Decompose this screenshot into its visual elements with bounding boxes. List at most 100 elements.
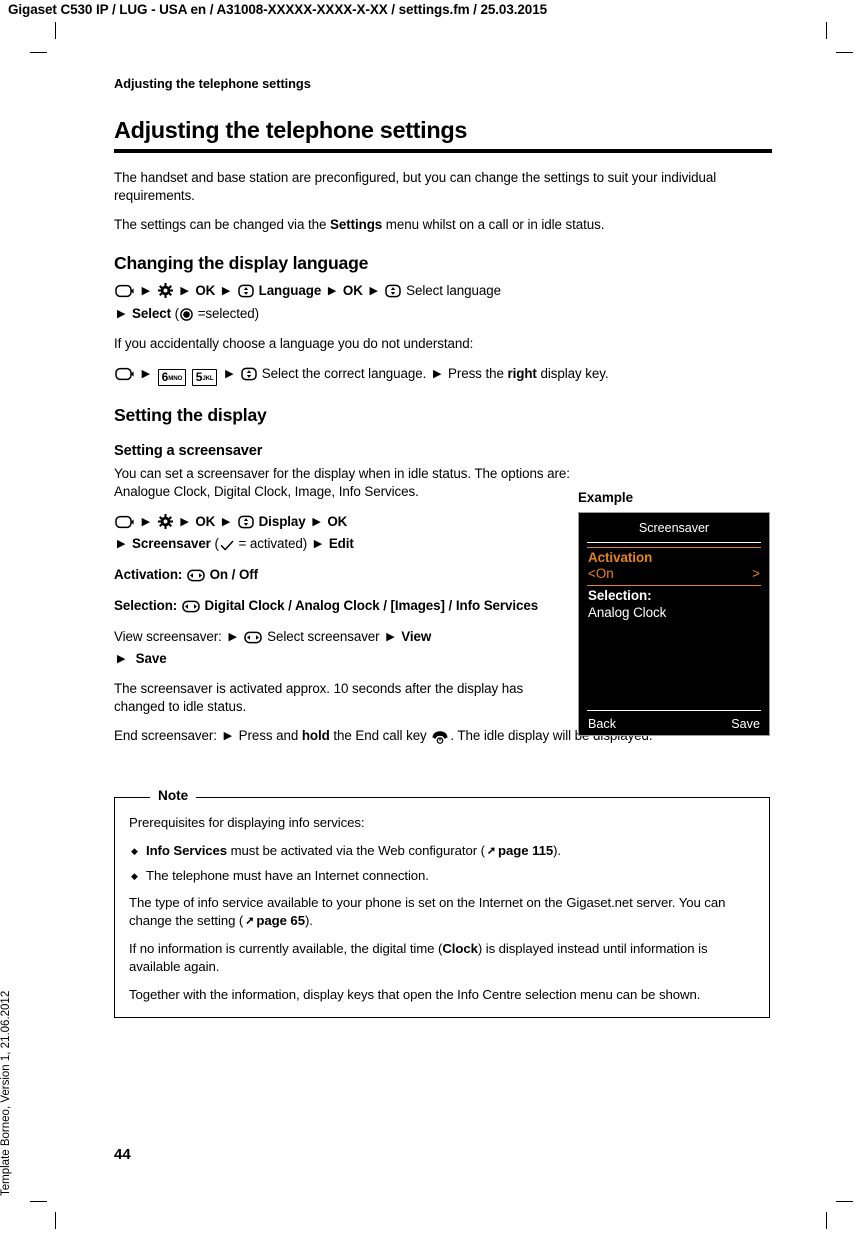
note-legend-left-rule xyxy=(133,796,150,798)
note-box: Note Prerequisites for displaying info s… xyxy=(114,788,770,1018)
keypad-key-6-icon: 6MNO xyxy=(157,368,187,386)
nav-arrow-icon: ▶ xyxy=(432,367,442,380)
crop-mark-bottom-right-vertical xyxy=(826,1212,827,1229)
menu-item-display: Display xyxy=(258,513,306,529)
view-screensaver-label: View screensaver: xyxy=(114,629,222,645)
running-header-title: Adjusting the telephone settings xyxy=(114,76,311,91)
activated-note: = activated) xyxy=(238,535,308,551)
intro-paragraph-1: The handset and base station are preconf… xyxy=(114,170,717,204)
nav-arrow-icon: ▶ xyxy=(369,285,378,298)
nav-arrow-icon: ▶ xyxy=(327,285,337,298)
activation-label: Activation: xyxy=(114,566,183,582)
handset-item-selection-value[interactable]: Analog Clock xyxy=(579,603,769,620)
nav-sequence-language-line-2: ▶ Select ( =selected) xyxy=(114,304,772,324)
nav-arrow-icon: ▶ xyxy=(141,285,151,298)
control-key-updown-icon xyxy=(241,367,257,381)
nav-sequence-language: ▶ ▶ OK ▶ Language ▶ OK ▶ Select language… xyxy=(114,281,772,323)
keypad-key-6-letters: MNO xyxy=(168,374,183,382)
select-label: Select xyxy=(132,305,172,321)
language-fallback-intro: If you accidentally choose a language yo… xyxy=(114,335,474,351)
crop-mark-top-left-horizontal xyxy=(30,52,47,53)
note-p1-pre: The type of info service available to yo… xyxy=(129,895,726,929)
control-key-leftright-icon xyxy=(244,631,263,644)
press-right-key-post: display key. xyxy=(536,365,609,381)
note-paragraph-2: If no information is currently available… xyxy=(129,940,755,976)
diamond-bullet-icon: ◆ xyxy=(131,870,138,881)
intro-p2-pre: The settings can be changed via the xyxy=(114,217,330,233)
reference-arrow-icon: ➚ xyxy=(486,844,497,857)
checkmark-icon xyxy=(220,540,234,551)
template-version-footer: Template Borneo, Version 1, 21.06.2012 xyxy=(0,990,12,1196)
handset-item-selection-label: Selection: xyxy=(588,588,652,603)
control-key-leftright-icon xyxy=(187,569,205,582)
note-paragraph-1: The type of info service available to yo… xyxy=(129,894,755,930)
handset-softkey-save[interactable]: Save xyxy=(731,717,760,731)
note-p1-ref[interactable]: page 65 xyxy=(256,913,305,928)
note-legend: Note xyxy=(150,788,197,803)
gear-icon xyxy=(157,283,173,299)
handset-chevron-right-icon: > xyxy=(752,566,760,581)
press-right-key-bold: right xyxy=(507,365,537,381)
nav-arrow-icon: ▶ xyxy=(221,285,231,298)
handset-value-row-activation[interactable]: <On > xyxy=(579,565,769,581)
paren-open: ( xyxy=(174,305,180,321)
view-screensaver-line-1: View screensaver: ▶ Select screensaver ▶… xyxy=(114,627,572,647)
note-bullet-list: ◆ Info Services must be activated via th… xyxy=(129,842,755,885)
nav-arrow-icon: ▶ xyxy=(225,367,234,380)
section-heading-display: Setting the display xyxy=(114,404,267,425)
note-bullet-0-pre: must be activated via the Web configurat… xyxy=(227,842,485,858)
end-screensaver-mid: the End call key xyxy=(329,728,427,744)
nav-arrow-icon: ▶ xyxy=(223,730,232,743)
intro-p2-post: menu whilst on a call or in idle status. xyxy=(382,217,605,233)
display-key-icon xyxy=(115,285,134,298)
note-bullet-0-ref[interactable]: page 115 xyxy=(498,843,553,858)
paren-open: ( xyxy=(214,535,219,551)
nav-arrow-icon: ▶ xyxy=(386,631,395,644)
handset-title-divider xyxy=(587,542,761,543)
handset-softkey-back[interactable]: Back xyxy=(588,717,616,731)
handset-softkey-bar: Back Save xyxy=(579,717,769,731)
example-label: Example xyxy=(578,490,634,505)
intro-paragraph-2: The settings can be changed via the Sett… xyxy=(114,216,772,234)
keypad-key-5-letters: JKL xyxy=(202,374,214,382)
nav-arrow-icon: ▶ xyxy=(141,515,151,528)
screensaver-intro: You can set a screensaver for the displa… xyxy=(114,465,570,499)
nav-arrow-icon: ▶ xyxy=(221,515,231,528)
nav-arrow-icon: ▶ xyxy=(141,367,151,380)
note-bullet-1-text: The telephone must have an Internet conn… xyxy=(146,867,429,883)
ok-label-1: OK xyxy=(195,513,216,529)
handset-softkey-divider xyxy=(587,710,761,711)
selection-option-row: Selection: Digital Clock / Analog Clock … xyxy=(114,596,572,616)
crop-mark-bottom-right-horizontal xyxy=(836,1201,853,1202)
crop-mark-top-right-horizontal xyxy=(836,52,853,53)
note-intro: Prerequisites for displaying info servic… xyxy=(129,815,365,830)
note-bullet-0-bold: Info Services xyxy=(146,842,228,858)
example-handset-display: Example Screensaver Activation <On > Sel… xyxy=(578,490,774,736)
control-key-updown-icon xyxy=(385,285,402,298)
control-key-updown-icon xyxy=(238,285,254,298)
control-key-updown-icon xyxy=(238,515,254,529)
nav-sequence-language-reset-line: ▶ 6MNO 5JKL ▶ Select the correct languag… xyxy=(114,364,772,386)
end-screensaver-pre: Press and xyxy=(238,728,302,744)
press-right-key-pre: Press the xyxy=(447,365,508,381)
ok-label-1: OK xyxy=(195,283,216,299)
nav-arrow-icon: ▶ xyxy=(312,515,321,528)
nav-arrow-icon: ▶ xyxy=(313,537,323,550)
view-screensaver-instruction: Select screensaver xyxy=(267,629,380,645)
reference-arrow-icon: ➚ xyxy=(245,915,255,928)
document-header: Gigaset C530 IP / LUG - USA en / A31008-… xyxy=(8,2,548,17)
nav-instruction-select-language: Select language xyxy=(406,283,501,299)
selection-label: Selection: xyxy=(114,598,178,614)
nav-arrow-icon: ▶ xyxy=(117,537,126,550)
crop-mark-bottom-left-vertical xyxy=(55,1212,56,1229)
activation-values: On / Off xyxy=(209,566,259,582)
menu-item-screensaver: Screensaver xyxy=(132,535,211,551)
handset-item-activation[interactable]: Activation xyxy=(579,548,769,565)
ok-label-2: OK xyxy=(327,513,348,529)
end-call-key-icon xyxy=(432,731,448,745)
end-screensaver-bold: hold xyxy=(301,728,330,744)
note-paragraph-3: Together with the information, display k… xyxy=(129,986,701,1002)
handset-screen: Screensaver Activation <On > Selection: … xyxy=(578,512,770,736)
page-title: Adjusting the telephone settings xyxy=(114,117,468,143)
selected-note: =selected) xyxy=(197,305,260,321)
